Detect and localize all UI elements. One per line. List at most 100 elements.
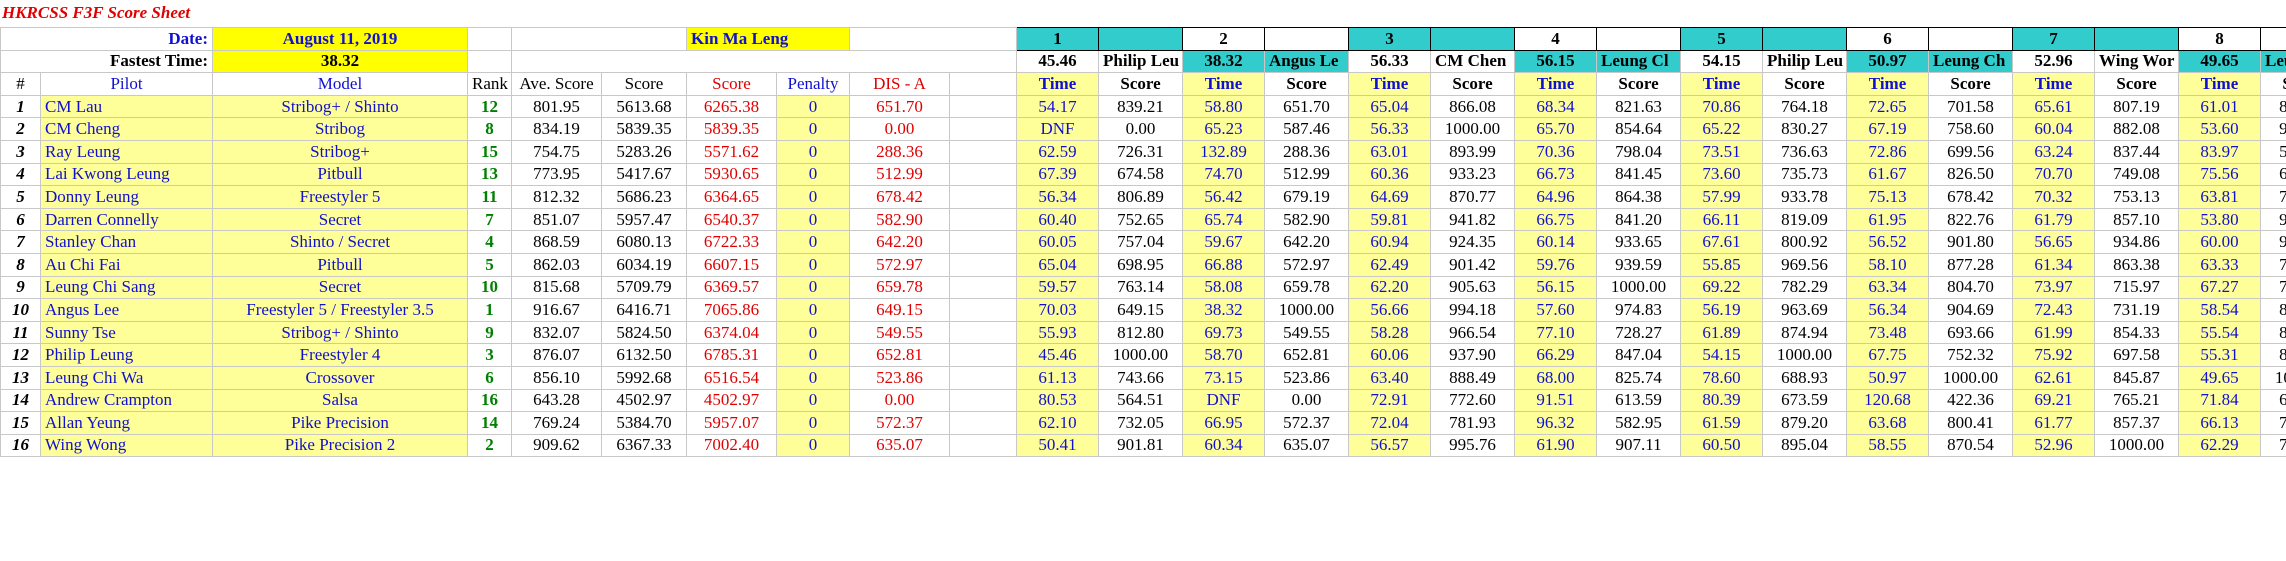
round-time: 61.59	[1680, 411, 1764, 435]
round-score: 877.28	[1928, 252, 2014, 277]
round-time: 61.13	[1016, 365, 1100, 390]
round-time: 70.86	[1680, 94, 1764, 119]
round-time: 63.33	[2178, 252, 2262, 277]
round-time: 61.90	[1514, 433, 1598, 458]
round-score: 893.95	[2260, 320, 2286, 345]
header-time: Time	[1182, 72, 1266, 96]
round-score: 679.19	[1264, 185, 1350, 209]
score: 6034.19	[601, 252, 687, 277]
round-time: 83.97	[2178, 139, 2262, 164]
model-name: Freestyler 5	[212, 185, 468, 209]
round-score: 837.44	[2094, 139, 2180, 164]
fastest-value: 38.32	[212, 49, 468, 74]
round-score: 901.81	[1098, 433, 1184, 458]
round-time: 65.74	[1182, 207, 1266, 232]
average-score: 773.95	[511, 162, 602, 187]
total-score: 6265.38	[686, 94, 777, 119]
blank	[949, 72, 1018, 96]
round-time: 63.68	[1846, 411, 1930, 435]
round-time: 59.76	[1514, 252, 1598, 277]
round-time: 78.60	[1680, 365, 1764, 390]
rank: 16	[467, 388, 512, 413]
score: 5417.67	[601, 162, 687, 187]
discard-score: 572.97	[849, 252, 951, 277]
round-time: 59.57	[1016, 275, 1100, 300]
score-table: Date: August 11, 2019 Kin Ma Leng 1 2 3 4 5 6 7 8 F…	[0, 27, 2286, 458]
model-name: Secret	[212, 275, 468, 300]
round-score: 736.63	[1762, 139, 1848, 164]
round-score: 874.94	[1762, 320, 1848, 345]
blank	[949, 298, 1018, 322]
round-time: 66.88	[1182, 252, 1266, 277]
header-total-score: Score	[686, 72, 777, 96]
round-time: 96.32	[1514, 411, 1598, 435]
average-score: 876.07	[511, 343, 602, 367]
blank	[510, 49, 1018, 74]
header-ave-score: Ave. Score	[511, 72, 602, 96]
penalty: 0	[775, 343, 851, 367]
average-score: 916.67	[511, 298, 602, 322]
row-number: 7	[0, 230, 41, 254]
score: 5824.50	[601, 320, 687, 345]
round-best-pilot: Wing Wor	[2094, 49, 2180, 74]
round-score: 937.90	[1430, 343, 1516, 367]
score: 5283.26	[601, 139, 687, 164]
round-time: 58.55	[1846, 433, 1930, 458]
round-best-time: 56.15	[1514, 49, 1598, 74]
rank: 13	[467, 162, 512, 187]
header-round-score: Score	[1596, 72, 1682, 96]
blank	[949, 275, 1018, 300]
round-time: 60.34	[1182, 433, 1266, 458]
round-time: 71.84	[2178, 388, 2262, 413]
round-score: 642.20	[1264, 230, 1350, 254]
column-header-row: # Pilot Model Rank Ave. Score Score Score Penal…	[0, 72, 2286, 96]
model-name: Freestyler 5 / Freestyler 3.5	[212, 298, 468, 322]
round-score: 693.66	[1928, 320, 2014, 345]
row-number: 12	[0, 343, 41, 367]
pilot-row: 15 Allan Yeung Pike Precision 14 769.24 5384.…	[0, 411, 2286, 435]
penalty: 0	[775, 230, 851, 254]
round-score: 845.87	[2094, 365, 2180, 390]
round-time: 38.32	[1182, 298, 1266, 322]
location-value: Kin Ma Leng	[685, 27, 851, 51]
round-time: 52.96	[2012, 433, 2096, 458]
blank	[949, 230, 1018, 254]
blank	[949, 365, 1018, 390]
rank: 8	[467, 117, 512, 141]
discard-score: 0.00	[849, 388, 951, 413]
round-time: DNF	[1182, 388, 1266, 413]
round-time: 74.70	[1182, 162, 1266, 187]
model-name: Secret	[212, 207, 468, 232]
pilot-name: Lai Kwong Leung	[40, 162, 213, 187]
round-score: 778.09	[2260, 185, 2286, 209]
pilot-row: 12 Philip Leung Freestyler 4 3 876.07 6132.50…	[0, 343, 2286, 367]
penalty: 0	[775, 365, 851, 390]
round-score: 863.38	[2094, 252, 2180, 277]
row-number: 13	[0, 365, 41, 390]
pilot-name: Donny Leung	[40, 185, 213, 209]
round-time: 62.59	[1016, 139, 1100, 164]
discard-score: 572.37	[849, 411, 951, 435]
score: 5613.68	[601, 94, 687, 119]
round-time: 80.53	[1016, 388, 1100, 413]
discard-score: 678.42	[849, 185, 951, 209]
blank	[949, 207, 1018, 232]
round-score: 995.76	[1430, 433, 1516, 458]
total-score: 6540.37	[686, 207, 777, 232]
round-number: 5	[1680, 27, 1764, 51]
date-label: Date:	[0, 27, 213, 51]
row-number: 16	[0, 433, 41, 458]
round-time: 58.70	[1182, 343, 1266, 367]
round-score: 288.36	[1264, 139, 1350, 164]
total-score: 5957.07	[686, 411, 777, 435]
round-time: 53.80	[2178, 207, 2262, 232]
round-blank	[1596, 27, 1682, 51]
round-score: 758.60	[1928, 117, 2014, 141]
rank: 4	[467, 230, 512, 254]
round-best-time: 45.46	[1016, 49, 1100, 74]
total-score: 5839.35	[686, 117, 777, 141]
rank: 9	[467, 320, 512, 345]
round-score: 905.63	[1430, 275, 1516, 300]
score: 6132.50	[601, 343, 687, 367]
round-blank	[1928, 27, 2014, 51]
